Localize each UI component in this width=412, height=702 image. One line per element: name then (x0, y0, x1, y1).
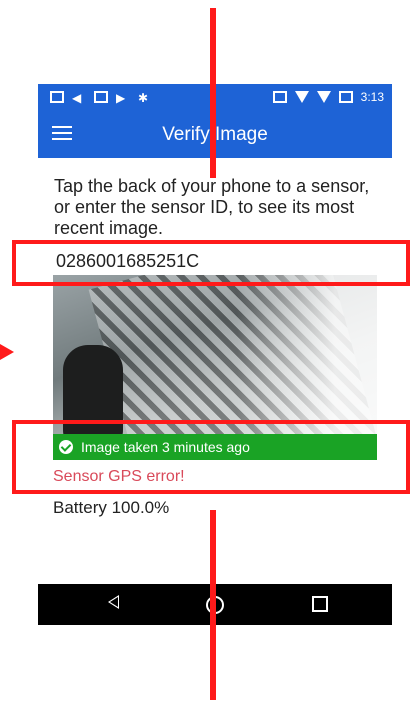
play-icon: ▶ (116, 91, 126, 105)
mail-icon (50, 91, 64, 103)
annotation-line-bottom (210, 510, 216, 700)
annotation-arrow (0, 344, 14, 360)
annotation-box-sensor-id (12, 240, 410, 286)
cast-icon (272, 91, 287, 103)
recent-apps-icon[interactable] (312, 596, 328, 612)
battery-icon (338, 91, 353, 103)
signal-icon (316, 91, 331, 103)
back-icon[interactable] (108, 595, 119, 609)
instructions-text: Tap the back of your phone to a sensor, … (54, 176, 370, 238)
send-icon: ◀ (72, 91, 82, 105)
status-time: 3:13 (360, 90, 384, 104)
calendar-icon (94, 91, 108, 103)
annotation-box-status (12, 420, 410, 494)
android-icon: ✱ (138, 91, 149, 105)
annotation-line-top (210, 8, 216, 178)
battery-text: Battery 100.0% (53, 498, 170, 517)
wifi-icon (294, 91, 309, 103)
